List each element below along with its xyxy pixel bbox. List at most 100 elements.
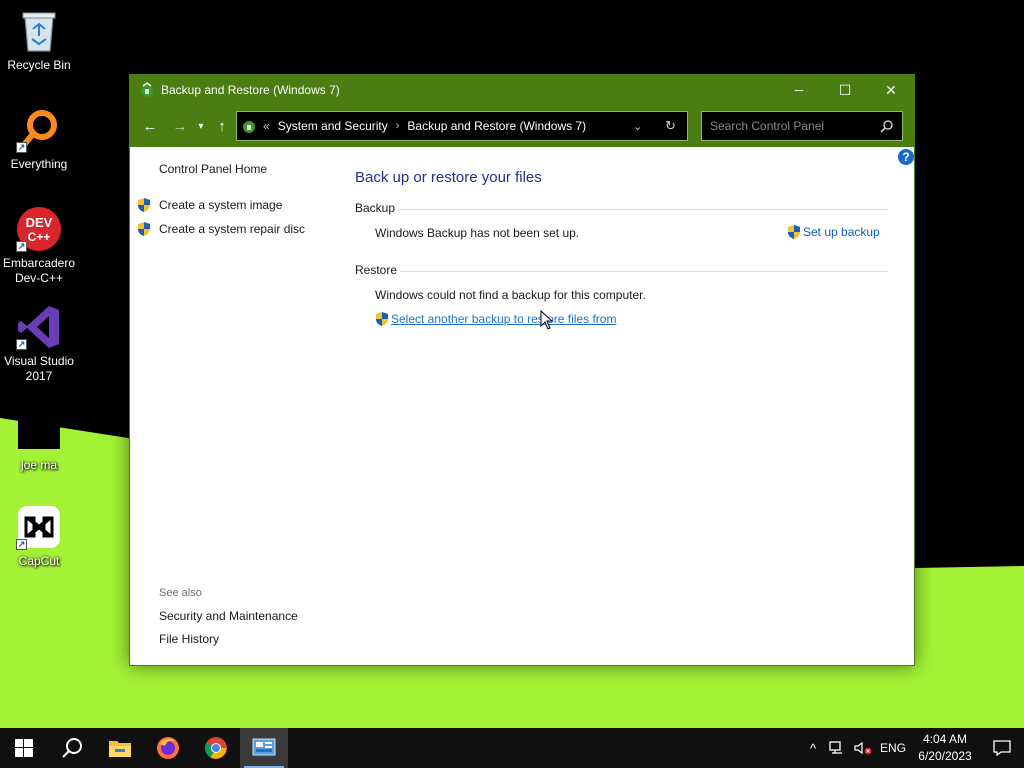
chrome-icon [205, 737, 227, 759]
desktop-icon-label: Embarcadero Dev-C++ [2, 256, 76, 285]
backup-status-message: Windows Backup has not been set up. [375, 226, 580, 240]
select-another-backup-button[interactable]: Select another backup to restore files f… [375, 311, 616, 327]
breadcrumb-separator: › [395, 120, 400, 132]
file-explorer-button[interactable] [96, 728, 144, 768]
backup-restore-icon [141, 82, 153, 97]
shortcut-arrow-icon: ↗ [16, 142, 27, 153]
maximize-button[interactable]: ☐ [822, 75, 868, 105]
taskbar: ^ ENG 4:04 AM 6/20/2023 [0, 728, 1024, 768]
close-icon: ✕ [885, 81, 897, 98]
security-and-maintenance-link[interactable]: Security and Maintenance [159, 609, 298, 623]
notification-icon [993, 740, 1011, 756]
desktop-icon-label: Recycle Bin [7, 58, 71, 72]
chevron-down-icon: ▾ [198, 120, 204, 132]
page-title: Back up or restore your files [355, 169, 542, 186]
help-icon[interactable]: ? [898, 149, 914, 165]
action-center-button[interactable] [980, 740, 1024, 756]
uac-shield-icon [138, 198, 150, 212]
svg-text:C++: C++ [28, 230, 51, 244]
everything-search-icon: ↗ [16, 107, 62, 153]
set-up-backup-link[interactable]: Set up backup [803, 225, 880, 239]
control-panel-location-icon [243, 121, 255, 133]
capcut-icon: ↗ [16, 504, 62, 550]
show-hidden-icons-button[interactable]: ^ [802, 741, 824, 756]
window-title: Backup and Restore (Windows 7) [161, 83, 340, 97]
select-another-backup-link[interactable]: Select another backup to restore files f… [391, 312, 616, 326]
system-tray: ^ ENG 4:04 AM 6/20/2023 [802, 728, 1024, 768]
uac-shield-icon [138, 222, 150, 236]
control-panel-taskbar-button[interactable] [240, 728, 288, 768]
user-folder-icon [16, 408, 62, 454]
search-icon[interactable] [880, 119, 894, 133]
control-panel-home-link[interactable]: Control Panel Home [159, 162, 267, 176]
clock-date: 6/20/2023 [918, 749, 972, 763]
svg-text:DEV: DEV [26, 215, 53, 230]
maximize-icon: ☐ [838, 81, 852, 98]
desktop-icon-visual-studio[interactable]: ↗ Visual Studio 2017 [0, 304, 78, 384]
shortcut-arrow-icon: ↗ [16, 241, 27, 252]
clock[interactable]: 4:04 AM 6/20/2023 [910, 731, 980, 765]
up-button[interactable]: ↑ [210, 114, 234, 138]
restore-status-message: Windows could not find a backup for this… [375, 288, 646, 302]
address-overflow-chevron[interactable]: « [263, 119, 270, 133]
section-divider [400, 271, 888, 272]
desktop-icon-label: CapCut [18, 554, 60, 568]
chrome-button[interactable] [192, 728, 240, 768]
desktop-icon-label: Visual Studio 2017 [4, 354, 74, 383]
desktop-icon-user-folder[interactable]: joe ma [0, 408, 78, 473]
close-button[interactable]: ✕ [868, 75, 914, 105]
clock-time: 4:04 AM [922, 732, 968, 746]
address-bar[interactable]: « System and Security › Backup and Resto… [236, 111, 688, 141]
firefox-button[interactable] [144, 728, 192, 768]
address-dropdown-chevron-icon[interactable]: ⌄ [633, 120, 642, 133]
section-divider [400, 209, 888, 210]
desktop-icon-recycle-bin[interactable]: Recycle Bin [0, 8, 78, 73]
desktop-icon-label: joe ma [20, 458, 58, 472]
shortcut-arrow-icon: ↗ [16, 339, 27, 350]
see-also-heading: See also [159, 587, 202, 599]
mouse-cursor-icon [540, 310, 554, 330]
create-system-repair-disc-link[interactable]: Create a system repair disc [159, 222, 305, 236]
recycle-bin-icon [16, 8, 62, 54]
search-box[interactable] [701, 111, 903, 141]
restore-section-heading: Restore [355, 263, 398, 277]
forward-arrow-icon: → [172, 117, 188, 135]
content-area: ? Control Panel Home Create a system ima… [130, 147, 914, 665]
title-bar[interactable]: Backup and Restore (Windows 7) ─ ☐ ✕ [130, 75, 914, 105]
desktop-icon-label: Everything [10, 157, 68, 171]
up-arrow-icon: ↑ [218, 117, 226, 135]
refresh-icon[interactable]: ↻ [665, 118, 676, 134]
visual-studio-icon: ↗ [16, 304, 62, 350]
file-explorer-icon [109, 741, 131, 757]
breadcrumb-backup-and-restore[interactable]: Backup and Restore (Windows 7) [407, 119, 586, 133]
shortcut-arrow-icon: ↗ [16, 539, 27, 550]
left-pane: Control Panel Home Create a system image… [130, 147, 340, 665]
start-icon [15, 739, 33, 757]
desktop-icon-dev-cpp[interactable]: DEV C++ ↗ Embarcadero Dev-C++ [0, 206, 78, 286]
backup-restore-window: Backup and Restore (Windows 7) ─ ☐ ✕ ← →… [129, 74, 915, 666]
uac-shield-icon [788, 225, 800, 239]
file-history-link[interactable]: File History [159, 632, 219, 646]
volume-muted-icon[interactable] [850, 741, 876, 755]
network-icon[interactable] [824, 741, 850, 755]
control-panel-icon [252, 738, 276, 756]
search-button[interactable] [48, 728, 96, 768]
uac-shield-icon [376, 312, 388, 326]
chevron-up-icon: ^ [809, 740, 817, 756]
minimize-icon: ─ [794, 83, 804, 97]
start-button[interactable] [0, 728, 48, 768]
recent-locations-button[interactable]: ▾ [192, 114, 210, 138]
desktop-icon-everything[interactable]: ↗ Everything [0, 107, 78, 172]
back-button[interactable]: ← [138, 114, 162, 138]
minimize-button[interactable]: ─ [776, 75, 822, 105]
create-system-image-link[interactable]: Create a system image [159, 198, 282, 212]
set-up-backup-button[interactable]: Set up backup [787, 224, 880, 240]
breadcrumb-system-and-security[interactable]: System and Security [278, 119, 388, 133]
desktop-icon-capcut[interactable]: ↗ CapCut [0, 504, 78, 569]
input-language-indicator[interactable]: ENG [876, 741, 910, 755]
forward-button[interactable]: → [168, 114, 192, 138]
dev-cpp-icon: DEV C++ ↗ [16, 206, 62, 252]
backup-section-heading: Backup [355, 201, 396, 215]
search-input[interactable] [710, 119, 880, 133]
back-arrow-icon: ← [142, 117, 158, 135]
